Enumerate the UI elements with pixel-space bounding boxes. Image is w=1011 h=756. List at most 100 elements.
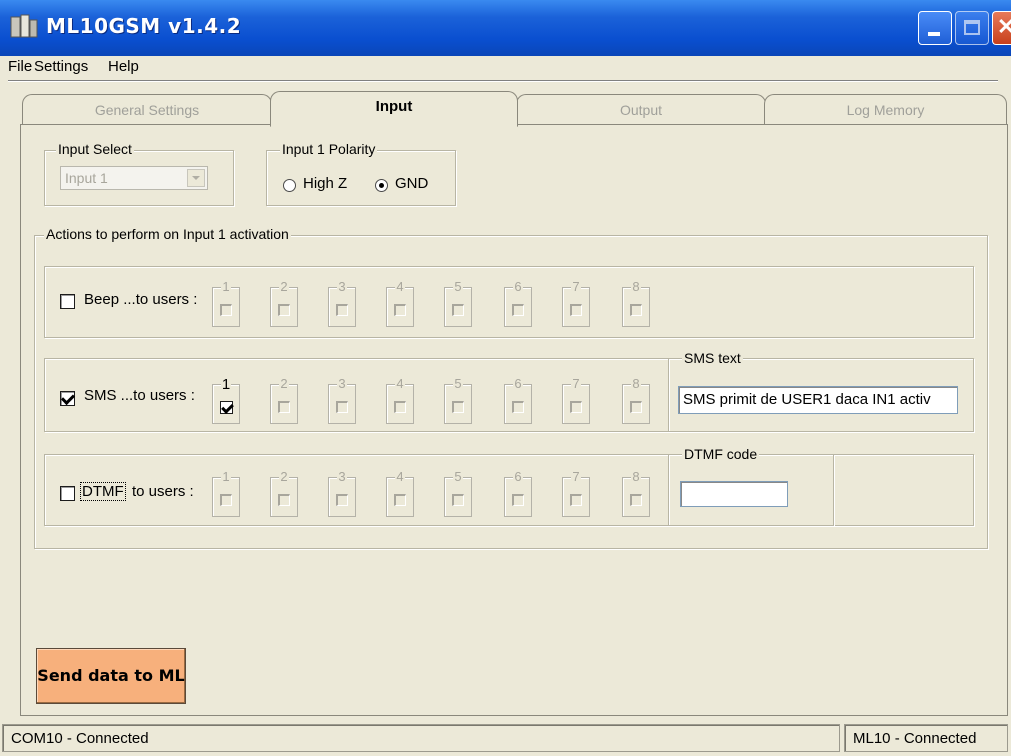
minimize-button[interactable]: [918, 11, 952, 45]
app-icon: [10, 14, 38, 40]
user-number: 8: [631, 376, 641, 391]
send-data-button[interactable]: Send data to ML: [36, 648, 186, 704]
beep-user-8-slot[interactable]: 8: [622, 279, 650, 327]
user-number-label: 4: [387, 279, 413, 294]
user-number-label: 6: [505, 469, 531, 484]
sms-user-1-slot[interactable]: 1: [212, 376, 240, 424]
sms-user-8-slot[interactable]: 8: [622, 376, 650, 424]
beep-user-5-slot[interactable]: 5: [444, 279, 472, 327]
user-number: 4: [395, 279, 405, 294]
user-number-label: 2: [271, 469, 297, 484]
user-number-label: 1: [213, 376, 239, 393]
beep-user-3-slot[interactable]: 3: [328, 279, 356, 327]
user-number: 7: [571, 376, 581, 391]
sms-user-3-checkbox[interactable]: [336, 401, 348, 413]
user-number: 3: [337, 376, 347, 391]
menu-settings[interactable]: Settings: [34, 58, 88, 75]
menu-help[interactable]: Help: [108, 58, 139, 75]
sms-user-8-checkbox[interactable]: [630, 401, 642, 413]
beep-user-4-slot[interactable]: 4: [386, 279, 414, 327]
dtmf-user-2-slot[interactable]: 2: [270, 469, 298, 517]
maximize-button[interactable]: [955, 11, 989, 45]
sms-user-1-checkbox[interactable]: [220, 401, 233, 414]
user-number-label: 4: [387, 469, 413, 484]
tab-log-memory[interactable]: Log Memory: [764, 94, 1007, 124]
dtmf-user-4-checkbox[interactable]: [394, 494, 406, 506]
dtmf-user-5-slot[interactable]: 5: [444, 469, 472, 517]
dtmf-code-input[interactable]: [680, 481, 788, 507]
polarity-label: Input 1 Polarity: [280, 141, 378, 157]
user-number-label: 4: [387, 376, 413, 391]
beep-user-5-checkbox[interactable]: [452, 304, 464, 316]
sms-user-6-slot[interactable]: 6: [504, 376, 532, 424]
dtmf-user-7-checkbox[interactable]: [570, 494, 582, 506]
user-number: 7: [571, 279, 581, 294]
sms-user-4-slot[interactable]: 4: [386, 376, 414, 424]
dtmf-user-6-checkbox[interactable]: [512, 494, 524, 506]
dtmf-user-7-slot[interactable]: 7: [562, 469, 590, 517]
dtmf-user-4-slot[interactable]: 4: [386, 469, 414, 517]
user-number-label: 8: [623, 279, 649, 294]
beep-user-2-slot[interactable]: 2: [270, 279, 298, 327]
dtmf-user-1-slot[interactable]: 1: [212, 469, 240, 517]
dropdown-button[interactable]: [187, 169, 205, 187]
beep-user-2-checkbox[interactable]: [278, 304, 290, 316]
sms-user-6-checkbox[interactable]: [512, 401, 524, 413]
sms-user-2-slot[interactable]: 2: [270, 376, 298, 424]
user-number: 5: [453, 469, 463, 484]
dtmf-label-key: DTMF: [80, 482, 126, 501]
beep-user-6-slot[interactable]: 6: [504, 279, 532, 327]
sms-text-input[interactable]: SMS primit de USER1 daca IN1 activ: [678, 386, 958, 414]
user-number-label: 3: [329, 469, 355, 484]
radio-high-z[interactable]: [283, 179, 296, 192]
dtmf-user-1-checkbox[interactable]: [220, 494, 232, 506]
sms-user-2-checkbox[interactable]: [278, 401, 290, 413]
dtmf-user-6-slot[interactable]: 6: [504, 469, 532, 517]
user-number-label: 6: [505, 279, 531, 294]
status-device: ML10 - Connected: [844, 724, 1008, 752]
beep-checkbox[interactable]: [60, 294, 75, 309]
dtmf-checkbox[interactable]: [60, 486, 75, 501]
status-connection: COM10 - Connected: [2, 724, 840, 752]
tab-general-settings[interactable]: General Settings: [22, 94, 272, 124]
beep-user-6-checkbox[interactable]: [512, 304, 524, 316]
user-number: 4: [395, 376, 405, 391]
dtmf-user-8-checkbox[interactable]: [630, 494, 642, 506]
dtmf-user-5-checkbox[interactable]: [452, 494, 464, 506]
tab-output[interactable]: Output: [516, 94, 766, 124]
dtmf-user-3-slot[interactable]: 3: [328, 469, 356, 517]
user-number: 6: [513, 469, 523, 484]
sms-user-3-slot[interactable]: 3: [328, 376, 356, 424]
user-number: 2: [279, 376, 289, 391]
minimize-icon: [928, 32, 940, 36]
sms-user-7-checkbox[interactable]: [570, 401, 582, 413]
dtmf-user-8-slot[interactable]: 8: [622, 469, 650, 517]
sms-user-5-slot[interactable]: 5: [444, 376, 472, 424]
maximize-icon: [964, 20, 980, 35]
user-number: 4: [395, 469, 405, 484]
input-select-combo[interactable]: Input 1: [60, 166, 208, 190]
dtmf-user-3-checkbox[interactable]: [336, 494, 348, 506]
close-button[interactable]: ✕: [992, 11, 1011, 45]
sms-label: SMS ...to users :: [84, 387, 195, 404]
sms-checkbox[interactable]: [60, 391, 75, 406]
beep-user-1-slot[interactable]: 1: [212, 279, 240, 327]
user-number-label: 6: [505, 376, 531, 391]
radio-gnd[interactable]: [375, 179, 388, 192]
menu-file[interactable]: File: [8, 58, 32, 75]
beep-user-8-checkbox[interactable]: [630, 304, 642, 316]
user-number: 1: [221, 279, 231, 294]
sms-user-4-checkbox[interactable]: [394, 401, 406, 413]
tab-input[interactable]: Input: [270, 91, 518, 127]
dtmf-user-2-checkbox[interactable]: [278, 494, 290, 506]
user-number-label: 7: [563, 376, 589, 391]
beep-user-7-checkbox[interactable]: [570, 304, 582, 316]
beep-user-1-checkbox[interactable]: [220, 304, 232, 316]
user-number-label: 1: [213, 469, 239, 484]
beep-user-4-checkbox[interactable]: [394, 304, 406, 316]
beep-user-7-slot[interactable]: 7: [562, 279, 590, 327]
sms-user-7-slot[interactable]: 7: [562, 376, 590, 424]
sms-user-5-checkbox[interactable]: [452, 401, 464, 413]
beep-user-3-checkbox[interactable]: [336, 304, 348, 316]
user-number-label: 8: [623, 469, 649, 484]
